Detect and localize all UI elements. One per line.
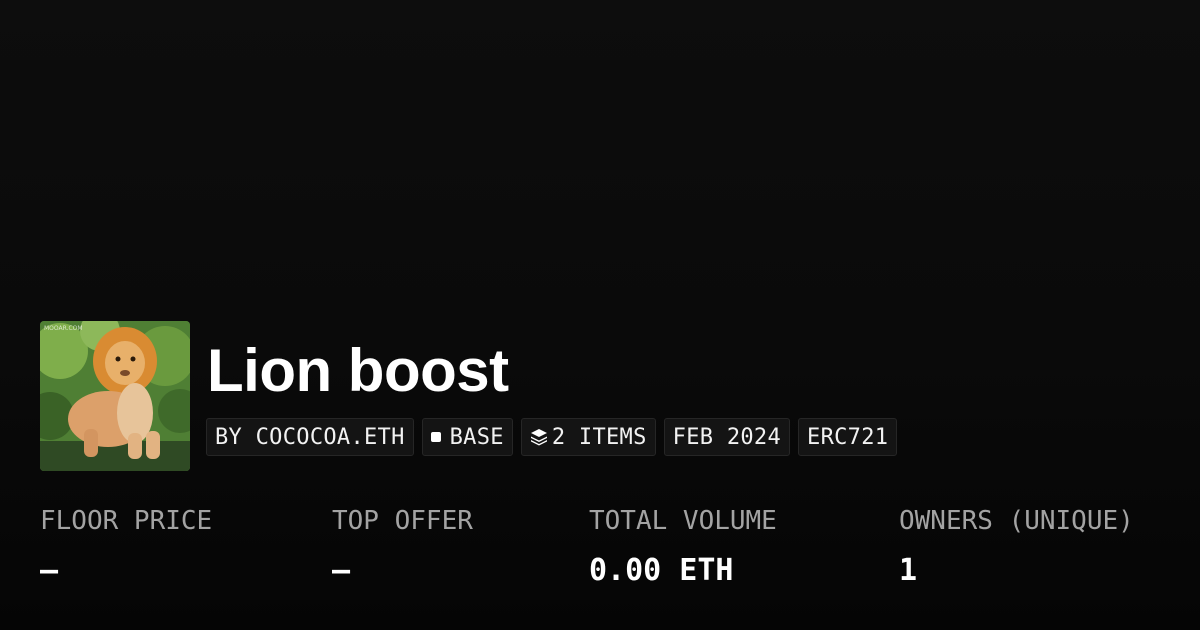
stats-row: FLOOR PRICE – TOP OFFER – TOTAL VOLUME 0… <box>40 505 1180 605</box>
layers-icon <box>530 429 547 446</box>
items-tag: 2 ITEMS <box>520 418 656 456</box>
stat-total-volume: TOTAL VOLUME 0.00 ETH <box>589 505 777 587</box>
creator-tag-label: BY COCOCOA.ETH <box>215 424 405 450</box>
items-tag-label: 2 ITEMS <box>551 424 647 450</box>
title-column: Lion boost BY COCOCOA.ETH BASE 2 ITEMS F… <box>206 321 898 456</box>
stat-label: TOTAL VOLUME <box>589 506 777 536</box>
collection-title: Lion boost <box>207 337 509 404</box>
stat-label: FLOOR PRICE <box>40 506 213 536</box>
collection-thumbnail: MOOAR.COM <box>40 321 190 471</box>
chain-tag-label: BASE <box>449 424 504 450</box>
base-chain-icon <box>430 432 441 442</box>
chain-tag[interactable]: BASE <box>421 418 513 456</box>
stat-owners: OWNERS (UNIQUE) 1 <box>899 505 1134 587</box>
collection-header: MOOAR.COM Lion boost BY COCOCOA.ETH BASE… <box>40 321 898 471</box>
date-tag: FEB 2024 <box>663 418 791 456</box>
stat-floor-price: FLOOR PRICE – <box>40 505 212 587</box>
stat-value: – <box>332 553 351 588</box>
standard-tag-label: ERC721 <box>807 424 889 450</box>
tag-row: BY COCOCOA.ETH BASE 2 ITEMS FEB 2024 ERC… <box>206 418 898 456</box>
stat-label: TOP OFFER <box>332 506 473 536</box>
standard-tag: ERC721 <box>798 418 898 456</box>
date-tag-label: FEB 2024 <box>672 424 782 450</box>
stat-label: OWNERS (UNIQUE) <box>899 506 1134 536</box>
creator-tag[interactable]: BY COCOCOA.ETH <box>206 418 414 456</box>
stat-value: – <box>40 553 59 588</box>
stat-value: 0.00 ETH <box>589 553 734 588</box>
lion-artwork-icon: MOOAR.COM <box>40 321 190 471</box>
thumbnail-watermark: MOOAR.COM <box>44 325 83 332</box>
stat-top-offer: TOP OFFER – <box>332 505 473 587</box>
stat-value: 1 <box>899 553 918 588</box>
